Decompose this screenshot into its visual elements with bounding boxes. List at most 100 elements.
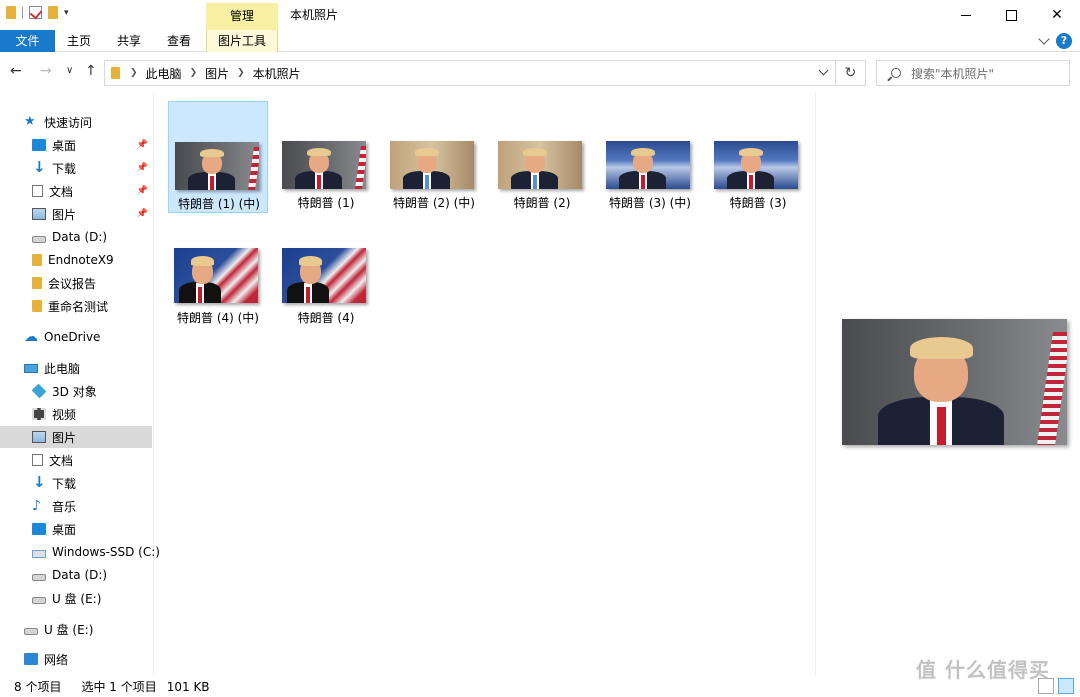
- nav-item-music[interactable]: ♪ 音乐: [0, 495, 152, 517]
- photo-thumbnail-image: [174, 248, 258, 303]
- nav-label: Windows-SSD (C:): [52, 545, 160, 559]
- nav-item-pc-documents[interactable]: 文档: [0, 449, 152, 471]
- file-thumbnail[interactable]: 特朗普 (1) (中): [168, 101, 268, 213]
- breadcrumb-this-pc[interactable]: 此电脑: [146, 65, 182, 82]
- recent-locations-chevron-icon[interactable]: ∨: [66, 65, 73, 76]
- nav-item-pictures[interactable]: 图片 📌: [0, 203, 152, 225]
- minimize-button[interactable]: [943, 0, 989, 30]
- usb-drive-icon: [32, 596, 46, 604]
- desktop-icon: [32, 523, 46, 535]
- nav-item-videos[interactable]: 视频: [0, 403, 152, 425]
- folder-icon: [111, 67, 120, 79]
- nav-label: 下载: [52, 161, 77, 176]
- photo-thumbnail-image: [175, 142, 259, 190]
- nav-item-pc-usb-e[interactable]: U 盘 (E:): [0, 587, 152, 609]
- nav-item-data-d[interactable]: Data (D:): [0, 226, 152, 248]
- expand-ribbon-chevron-icon[interactable]: [1038, 33, 1050, 45]
- nav-label: 图片: [52, 430, 77, 445]
- pin-icon[interactable]: 📌: [137, 209, 148, 219]
- navigation-pane: ★ 快速访问 桌面 📌 下载 📌 文档 📌 图片 📌 Data (D:): [0, 104, 160, 676]
- file-name: 特朗普 (1): [297, 196, 355, 210]
- help-icon[interactable]: ?: [1056, 33, 1072, 49]
- properties-icon[interactable]: [29, 6, 42, 19]
- nav-item-3d-objects[interactable]: 3D 对象: [0, 380, 152, 402]
- nav-label: 图片: [52, 207, 77, 222]
- nav-item-desktop[interactable]: 桌面 📌: [0, 134, 152, 156]
- address-history-chevron-icon[interactable]: [818, 65, 829, 76]
- nav-this-pc[interactable]: 此电脑: [0, 357, 152, 379]
- nav-usb-e[interactable]: U 盘 (E:): [0, 618, 152, 640]
- nav-item-downloads[interactable]: 下载 📌: [0, 157, 152, 179]
- manage-tab[interactable]: 管理: [206, 3, 278, 30]
- pictures-icon: [32, 431, 46, 443]
- refresh-button[interactable]: ↻: [836, 60, 866, 86]
- nav-item-windows-ssd[interactable]: Windows-SSD (C:): [0, 541, 160, 563]
- breadcrumb-separator-icon[interactable]: ❯: [130, 68, 138, 78]
- maximize-button[interactable]: [988, 0, 1034, 30]
- document-icon: [32, 185, 43, 197]
- music-icon: ♪: [32, 498, 41, 514]
- close-button[interactable]: ✕: [1034, 0, 1080, 30]
- view-switcher: [1038, 678, 1074, 694]
- item-count: 8 个项目: [14, 680, 62, 694]
- details-view-button[interactable]: [1038, 678, 1054, 694]
- nav-item-pc-downloads[interactable]: 下载: [0, 472, 152, 494]
- tab-picture-tools[interactable]: 图片工具: [206, 30, 278, 52]
- nav-item-pc-desktop[interactable]: 桌面: [0, 518, 152, 540]
- search-input[interactable]: 搜索"本机照片": [876, 60, 1070, 86]
- photo-thumbnail-image: [282, 248, 366, 303]
- cloud-icon: ☁: [24, 329, 38, 345]
- nav-item-meeting-reports[interactable]: 会议报告: [0, 272, 152, 294]
- file-name: 特朗普 (2) (中): [393, 196, 475, 210]
- file-thumbnail[interactable]: 特朗普 (3) (中): [600, 101, 700, 213]
- breadcrumb-separator-icon[interactable]: ❯: [190, 68, 198, 78]
- tab-home[interactable]: 主页: [55, 30, 103, 52]
- pin-icon[interactable]: 📌: [137, 140, 148, 150]
- breadcrumb-local-photos[interactable]: 本机照片: [253, 65, 301, 82]
- download-icon: [32, 473, 46, 491]
- address-bar[interactable]: ❯ 此电脑 ❯ 图片 ❯ 本机照片: [104, 60, 836, 86]
- nav-quick-access[interactable]: ★ 快速访问: [0, 111, 152, 133]
- nav-label: 文档: [49, 184, 74, 199]
- breadcrumb-separator-icon[interactable]: ❯: [237, 68, 245, 78]
- nav-item-documents[interactable]: 文档 📌: [0, 180, 152, 202]
- file-thumbnail[interactable]: 特朗普 (4): [276, 215, 376, 327]
- up-arrow-icon[interactable]: ↑: [85, 63, 97, 79]
- nav-item-pc-data-d[interactable]: Data (D:): [0, 564, 152, 586]
- file-thumbnail[interactable]: 特朗普 (2): [492, 101, 592, 213]
- tab-view[interactable]: 查看: [155, 30, 203, 52]
- file-thumbnail[interactable]: 特朗普 (1): [276, 101, 376, 213]
- photo-thumbnail-image: [390, 141, 474, 189]
- file-thumbnail[interactable]: 特朗普 (2) (中): [384, 101, 484, 213]
- file-thumbnail[interactable]: 特朗普 (4) (中): [168, 215, 268, 327]
- file-explorer-window: ▾ 管理 本机照片 ✕ 文件 主页 共享 查看 图片工具 ? ← → ∨ ↑ ❯…: [0, 0, 1080, 697]
- nav-label: 桌面: [52, 522, 77, 537]
- nav-onedrive[interactable]: ☁ OneDrive: [0, 326, 152, 348]
- photo-thumbnail-image: [714, 141, 798, 189]
- pictures-icon: [32, 208, 46, 220]
- window-title: 本机照片: [290, 8, 339, 22]
- preview-image: [842, 319, 1067, 445]
- breadcrumb-pictures[interactable]: 图片: [205, 65, 229, 82]
- forward-arrow-icon[interactable]: →: [40, 63, 52, 79]
- pin-icon[interactable]: 📌: [137, 186, 148, 196]
- tab-file[interactable]: 文件: [0, 30, 55, 52]
- large-icons-view-button[interactable]: [1058, 678, 1074, 694]
- nav-item-pc-pictures[interactable]: 图片: [0, 426, 152, 448]
- nav-item-endnotex9[interactable]: EndnoteX9: [0, 249, 152, 271]
- file-list[interactable]: 特朗普 (1) (中) 特朗普 (1) 特朗普 (2) (中) 特朗普 (2) …: [154, 92, 814, 676]
- video-icon: [32, 408, 46, 420]
- new-folder-icon[interactable]: [48, 6, 58, 19]
- photo-thumbnail-image: [282, 141, 366, 189]
- file-name: 特朗普 (2): [513, 196, 571, 210]
- nav-item-rename-test[interactable]: 重命名测试: [0, 295, 152, 317]
- folder-icon[interactable]: [6, 6, 16, 19]
- tab-share[interactable]: 共享: [105, 30, 153, 52]
- nav-network[interactable]: 网络: [0, 648, 152, 670]
- back-arrow-icon[interactable]: ←: [10, 63, 22, 79]
- nav-label: U 盘 (E:): [44, 622, 94, 637]
- customize-toolbar-dropdown-icon[interactable]: ▾: [64, 8, 69, 18]
- pin-icon[interactable]: 📌: [137, 163, 148, 173]
- file-thumbnail[interactable]: 特朗普 (3): [708, 101, 808, 213]
- nav-label: 下载: [52, 476, 77, 491]
